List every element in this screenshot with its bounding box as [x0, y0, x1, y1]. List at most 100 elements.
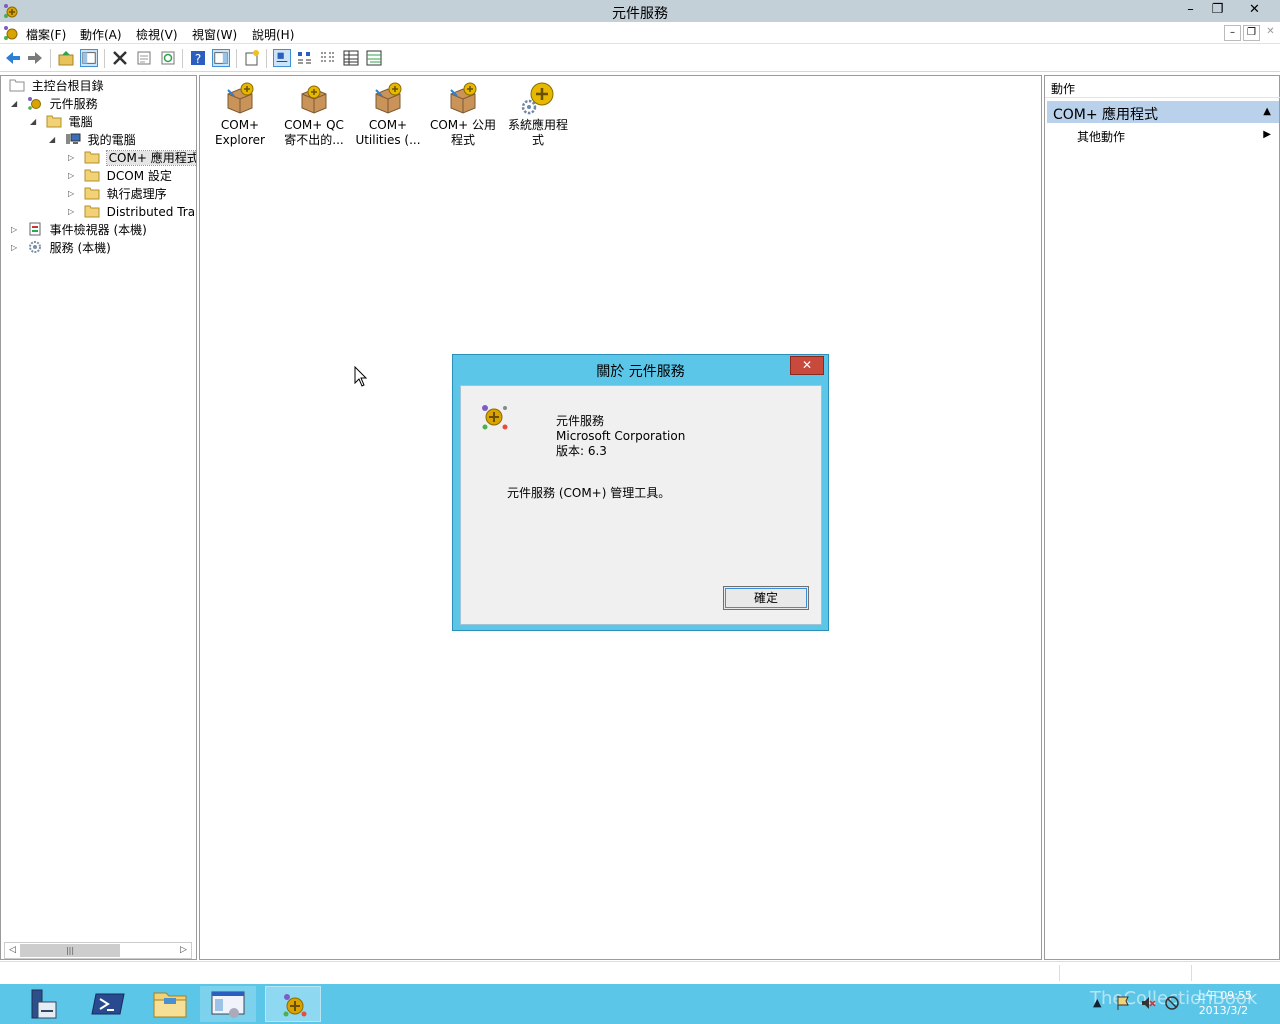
- dialog-description: 元件服務 (COM+) 管理工具。: [507, 486, 671, 500]
- scroll-right-button[interactable]: ▷: [177, 944, 190, 957]
- package-icon: [375, 82, 402, 114]
- detail-view-icon[interactable]: [342, 49, 360, 67]
- status-bar: [0, 961, 1280, 983]
- folder-icon: [46, 115, 62, 128]
- tree-expander[interactable]: ▷: [68, 203, 80, 221]
- item-com-explorer[interactable]: COM+ Explorer: [200, 80, 280, 148]
- mdi-restore-button[interactable]: ❐: [1243, 25, 1260, 41]
- item-label-line2: Utilities (...: [355, 133, 421, 147]
- item-system-application[interactable]: 系統應用程 式: [498, 80, 578, 148]
- item-label-line2: 式: [531, 133, 544, 147]
- ok-button[interactable]: 確定: [723, 586, 809, 610]
- tree-expander[interactable]: ◢: [49, 131, 61, 149]
- back-arrow-icon[interactable]: [4, 49, 22, 67]
- more-actions-item[interactable]: 其他動作: [1077, 128, 1125, 145]
- tree-expander[interactable]: ▷: [11, 221, 23, 239]
- restore-button[interactable]: ❐: [1204, 0, 1231, 20]
- folder-icon: [84, 187, 100, 200]
- file-explorer-icon[interactable]: [142, 986, 198, 1022]
- show-hide-action-pane-icon[interactable]: [212, 49, 230, 67]
- system-clock[interactable]: 上午 09:55 2013/3/2: [1195, 988, 1252, 1018]
- tree-item-services[interactable]: ▷ 服務 (本機): [11, 239, 111, 257]
- tree-item-console-root[interactable]: 主控台根目錄: [5, 77, 104, 95]
- item-com-utilities-zh[interactable]: COM+ 公用 程式: [423, 80, 503, 148]
- properties-icon[interactable]: [135, 49, 153, 67]
- tree-item-com-applications[interactable]: ▷ COM+ 應用程式: [68, 149, 196, 167]
- taskbar: TheCollectionBook ▲ 上午 09:55 2013/3/2: [0, 984, 1280, 1024]
- up-folder-icon[interactable]: [57, 49, 75, 67]
- actions-section-com-applications[interactable]: COM+ 應用程式 ▲: [1047, 101, 1279, 123]
- toolbar: ?: [0, 45, 1280, 72]
- mmc-console-icon[interactable]: [200, 986, 256, 1022]
- tree-item-component-services[interactable]: ◢ 元件服務: [11, 95, 98, 113]
- large-icons-view-icon[interactable]: [273, 49, 291, 67]
- refresh-icon[interactable]: [159, 49, 177, 67]
- toolbar-separator: [266, 49, 267, 68]
- menu-file[interactable]: 檔案(F): [26, 26, 66, 43]
- mdi-close-button[interactable]: ✕: [1262, 25, 1279, 41]
- component-services-icon: [283, 994, 307, 1017]
- item-com-utilities[interactable]: COM+ Utilities (...: [348, 80, 428, 148]
- tree-item-event-viewer[interactable]: ▷ 事件檢視器 (本機): [11, 221, 147, 239]
- toolbar-separator: [236, 49, 237, 68]
- tree-item-dcom-config[interactable]: ▷ DCOM 設定: [68, 167, 172, 185]
- status-divider: [1191, 965, 1192, 981]
- delete-icon[interactable]: [111, 49, 129, 67]
- tree-item-running-processes[interactable]: ▷ 執行處理序: [68, 185, 167, 203]
- new-window-icon[interactable]: [243, 49, 261, 67]
- component-services-taskbar-button[interactable]: [265, 986, 321, 1022]
- close-button[interactable]: ✕: [1232, 0, 1277, 20]
- action-center-flag-icon[interactable]: [1115, 994, 1131, 1012]
- menu-help[interactable]: 說明(H): [252, 26, 294, 43]
- forward-arrow-icon[interactable]: [26, 49, 44, 67]
- mouse-cursor-icon: [354, 366, 368, 387]
- network-disconnected-icon[interactable]: [1163, 994, 1181, 1012]
- item-label-line1: 系統應用程: [507, 118, 568, 132]
- status-divider: [1059, 965, 1060, 981]
- small-icons-view-icon[interactable]: [296, 49, 314, 67]
- menu-window[interactable]: 視窗(W): [192, 26, 237, 43]
- folder-icon: [84, 151, 100, 164]
- dialog-body: 元件服務 Microsoft Corporation 版本: 6.3 元件服務 …: [460, 385, 822, 625]
- mdi-minimize-button[interactable]: –: [1224, 25, 1241, 41]
- item-label-line1: COM+ QC: [284, 118, 344, 132]
- minimize-button[interactable]: –: [1177, 0, 1204, 20]
- item-com-qc-dead-letter[interactable]: COM+ QC 寄不出的...: [274, 80, 354, 148]
- package-icon: [301, 85, 327, 114]
- help-icon[interactable]: ?: [189, 49, 207, 67]
- tree-expander[interactable]: ▷: [11, 239, 23, 257]
- show-hide-tree-icon[interactable]: [80, 49, 98, 67]
- list-view-icon[interactable]: [319, 49, 337, 67]
- speaker-muted-icon[interactable]: [1140, 994, 1156, 1012]
- package-icon: [450, 82, 477, 114]
- dialog-title: 關於 元件服務: [596, 364, 685, 380]
- tree-item-computers[interactable]: ◢ 電腦: [30, 113, 93, 131]
- clock-date: 2013/3/2: [1198, 1004, 1249, 1017]
- collapse-arrow-icon[interactable]: ▲: [1263, 106, 1271, 117]
- server-manager-icon[interactable]: [16, 986, 72, 1022]
- powershell-icon[interactable]: [80, 986, 136, 1022]
- tree-horizontal-scrollbar[interactable]: ◁ ||| ▷: [4, 942, 192, 959]
- scrollbar-thumb[interactable]: |||: [20, 944, 120, 957]
- tree-expander[interactable]: ◢: [30, 113, 42, 131]
- dialog-company: Microsoft Corporation: [556, 429, 686, 443]
- actions-header: 動作: [1045, 76, 1280, 98]
- tree-item-label: 電腦: [68, 115, 93, 129]
- tree-item-my-computer[interactable]: ◢ 我的電腦: [49, 131, 136, 149]
- scroll-left-button[interactable]: ◁: [6, 944, 19, 957]
- status-view-icon[interactable]: [365, 49, 383, 67]
- tree-expander[interactable]: ▷: [68, 149, 80, 167]
- tree-expander[interactable]: ◢: [11, 95, 23, 113]
- tree-expander[interactable]: ▷: [68, 185, 80, 203]
- tray-overflow-icon[interactable]: ▲: [1093, 996, 1101, 1009]
- dialog-close-button[interactable]: ✕: [790, 356, 824, 375]
- tree-item-label: 事件檢視器 (本機): [49, 223, 147, 237]
- tree-item-label: 主控台根目錄: [31, 79, 104, 93]
- menu-view[interactable]: 檢視(V): [136, 26, 178, 43]
- tree-item-distributed-transaction[interactable]: ▷ Distributed Transaction Coordinator: [68, 203, 196, 221]
- tree-item-label: 服務 (本機): [49, 241, 111, 255]
- menu-action[interactable]: 動作(A): [80, 26, 122, 43]
- tree-item-label: Distributed Transaction Coordinator: [106, 205, 196, 219]
- component-services-icon[interactable]: [3, 25, 19, 41]
- tree-expander[interactable]: ▷: [68, 167, 80, 185]
